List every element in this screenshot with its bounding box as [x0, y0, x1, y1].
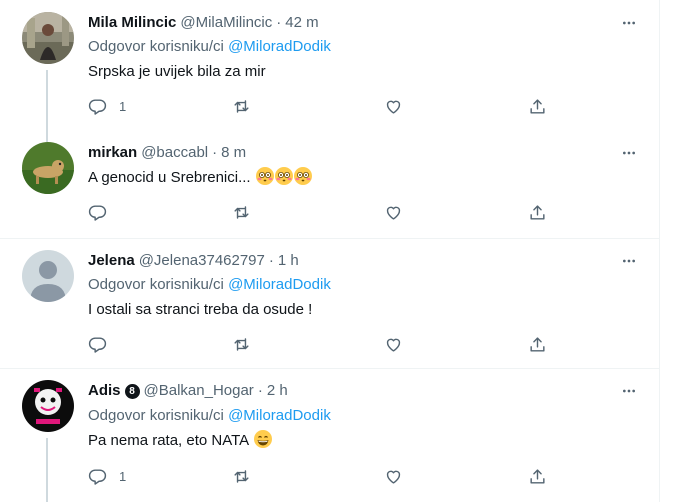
reply-count: 1 [119, 98, 127, 114]
action-bar [82, 201, 552, 223]
avatar[interactable] [22, 142, 74, 194]
like-button[interactable] [384, 201, 403, 223]
flushed-face-icon [293, 167, 312, 185]
reply-count: 1 [119, 468, 127, 484]
more-options-button[interactable] [618, 143, 640, 163]
separator-dot: · [212, 144, 218, 161]
flushed-face-icon [255, 167, 274, 185]
retweet-icon [234, 337, 249, 351]
share-button[interactable] [528, 95, 547, 117]
thread-line [46, 438, 48, 502]
reply-context: Odgovor korisniku/ci @MiloradDodik [88, 405, 331, 427]
like-icon [386, 100, 401, 114]
share-icon [530, 336, 545, 352]
timestamp[interactable]: 2 h [267, 380, 288, 402]
user-handle[interactable]: @baccabl [141, 142, 208, 164]
timestamp[interactable]: 1 h [278, 250, 299, 272]
separator-dot: · [276, 14, 282, 31]
user-handle[interactable]: @Jelena37462797 [139, 250, 265, 272]
user-handle[interactable]: @MilaMilincic [180, 12, 272, 34]
reply-button[interactable]: 1 [88, 465, 126, 487]
tweet-text: A genocid u Srebrenici... [88, 169, 251, 186]
thread-line [46, 70, 48, 134]
retweet-button[interactable] [232, 465, 251, 487]
retweet-button[interactable] [232, 95, 251, 117]
reply-prefix: Odgovor korisniku/ci [88, 276, 224, 293]
timestamp[interactable]: 8 m [221, 142, 246, 164]
reply-button[interactable] [88, 333, 107, 355]
more-options-button[interactable] [618, 381, 640, 401]
more-icon [623, 21, 635, 25]
like-button[interactable] [384, 95, 403, 117]
tweet-3[interactable]: Jelena @Jelena37462797 · 1 h Odgovor kor… [0, 239, 660, 368]
tweet-header: Mila Milincic @MilaMilincic · 42 m [88, 12, 319, 34]
tweet-text: Srpska je uvijek bila za mir [88, 63, 266, 80]
tweet-header: Jelena @Jelena37462797 · 1 h [88, 250, 299, 272]
tweet-1[interactable]: Mila Milincic @MilaMilincic · 42 m Odgov… [0, 0, 660, 134]
share-icon [530, 468, 545, 484]
emoji-badge: 8 [124, 383, 140, 399]
tweet-header: Adis 8 @Balkan_Hogar · 2 h [88, 380, 288, 402]
more-icon [623, 151, 635, 155]
more-options-button[interactable] [618, 251, 640, 271]
mention-link[interactable]: @MiloradDodik [228, 407, 331, 424]
like-button[interactable] [384, 465, 403, 487]
display-name[interactable]: mirkan [88, 142, 137, 164]
like-icon [386, 470, 401, 484]
grinning-face-icon [253, 430, 272, 448]
display-name[interactable]: Jelena [88, 250, 135, 272]
tweet-2[interactable]: mirkan @baccabl · 8 m A genocid u Srebre… [0, 134, 660, 238]
reply-icon [88, 204, 107, 221]
reply-prefix: Odgovor korisniku/ci [88, 407, 224, 424]
thread-line [46, 134, 48, 142]
avatar[interactable] [22, 380, 74, 432]
avatar[interactable] [22, 12, 74, 64]
tweet-text: I ostali sa stranci treba da osude ! [88, 301, 313, 318]
reply-icon [88, 98, 107, 115]
share-button[interactable] [528, 465, 547, 487]
like-icon [386, 206, 401, 220]
flushed-face-icon [274, 167, 293, 185]
mention-link[interactable]: @MiloradDodik [228, 276, 331, 293]
action-bar [82, 333, 552, 355]
tweet-text-line: A genocid u Srebrenici... [88, 167, 312, 189]
tweet-feed: Mila Milincic @MilaMilincic · 42 m Odgov… [0, 0, 660, 502]
retweet-button[interactable] [232, 333, 251, 355]
more-options-button[interactable] [618, 13, 640, 33]
tweet-header: mirkan @baccabl · 8 m [88, 142, 246, 164]
display-name[interactable]: Mila Milincic [88, 12, 176, 34]
display-name[interactable]: Adis [88, 380, 121, 402]
tweet-4[interactable]: Adis 8 @Balkan_Hogar · 2 h Odgovor koris… [0, 369, 660, 502]
separator-dot: · [268, 252, 274, 269]
retweet-icon [234, 99, 249, 113]
timestamp[interactable]: 42 m [285, 12, 318, 34]
reply-button[interactable] [88, 201, 107, 223]
share-icon [530, 98, 545, 114]
avatar[interactable] [22, 250, 74, 302]
reply-icon [88, 468, 107, 485]
action-bar: 1 [82, 95, 552, 117]
tweet-text-line: Pa nema rata, eto NATA [88, 430, 272, 452]
share-button[interactable] [528, 201, 547, 223]
reply-button[interactable]: 1 [88, 95, 126, 117]
more-icon [623, 389, 635, 393]
like-button[interactable] [384, 333, 403, 355]
retweet-icon [234, 469, 249, 483]
mention-link[interactable]: @MiloradDodik [228, 38, 331, 55]
tweet-text: Pa nema rata, eto NATA [88, 432, 249, 449]
reply-prefix: Odgovor korisniku/ci [88, 38, 224, 55]
share-icon [530, 204, 545, 220]
reply-context: Odgovor korisniku/ci @MiloradDodik [88, 36, 331, 58]
action-bar: 1 [82, 465, 552, 487]
retweet-icon [234, 205, 249, 219]
more-icon [623, 259, 635, 263]
like-icon [386, 338, 401, 352]
reply-context: Odgovor korisniku/ci @MiloradDodik [88, 274, 331, 296]
user-handle[interactable]: @Balkan_Hogar [144, 380, 254, 402]
reply-icon [88, 336, 107, 353]
separator-dot: · [257, 382, 263, 399]
retweet-button[interactable] [232, 201, 251, 223]
share-button[interactable] [528, 333, 547, 355]
